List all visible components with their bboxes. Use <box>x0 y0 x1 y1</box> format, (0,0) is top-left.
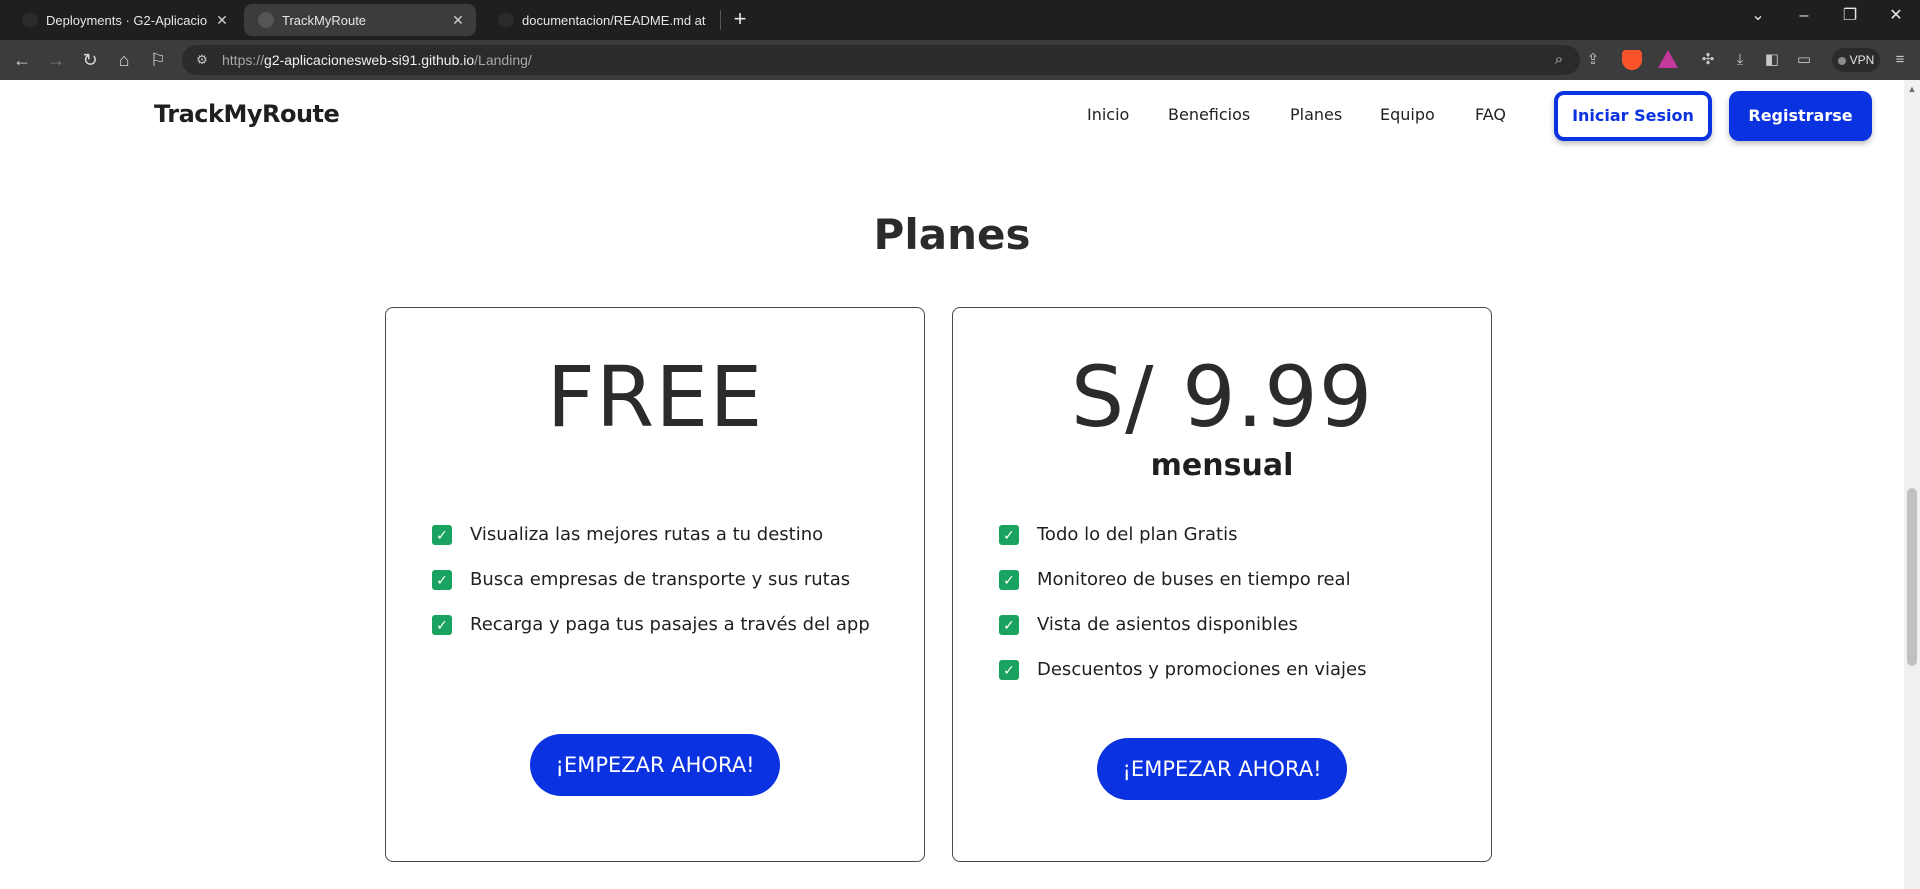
plan-feature: ✓ Todo lo del plan Gratis <box>999 512 1366 557</box>
close-window-button[interactable]: ✕ <box>1876 4 1916 28</box>
check-icon: ✓ <box>432 614 452 635</box>
plan-feature: ✓ Recarga y paga tus pasajes a través del… <box>432 602 870 647</box>
plan-feature-list: ✓ Todo lo del plan Gratis ✓ Monitoreo de b… <box>999 512 1366 692</box>
bookmark-icon[interactable]: ⚐ <box>146 48 170 72</box>
plan-feature: ✓ Monitoreo de buses en tiempo real <box>999 557 1366 602</box>
minimize-window-button[interactable]: – <box>1784 4 1824 28</box>
feature-text: Busca empresas de transporte y sus rutas <box>470 569 851 590</box>
check-icon: ✓ <box>999 524 1019 545</box>
scrollbar-thumb[interactable] <box>1907 488 1917 666</box>
login-button[interactable]: Iniciar Sesion <box>1554 91 1712 141</box>
plan-feature: ✓ Descuentos y promociones en viajes <box>999 647 1366 692</box>
url-host: g2-aplicacionesweb-si91.github.io <box>264 52 475 68</box>
vpn-button[interactable]: VPN <box>1832 48 1880 72</box>
new-tab-button[interactable]: + <box>728 8 752 32</box>
back-button[interactable]: ← <box>10 48 34 72</box>
plan-period: mensual <box>1150 448 1294 483</box>
feature-text: Recarga y paga tus pasajes a través del … <box>470 614 870 635</box>
plan-feature-list: ✓ Visualiza las mejores rutas a tu destin… <box>432 512 870 647</box>
check-icon: ✓ <box>999 569 1019 590</box>
feature-text: Todo lo del plan Gratis <box>1037 524 1238 545</box>
check-icon: ✓ <box>999 659 1019 680</box>
nav-link-inicio[interactable]: Inicio <box>1087 105 1129 124</box>
tab-title: documentacion/README.md at main <box>522 12 706 28</box>
section-title: Planes <box>873 210 1031 259</box>
start-now-button[interactable]: ¡EMPEZAR AHORA! <box>1097 738 1347 800</box>
extensions-icon[interactable]: ✣ <box>1696 48 1720 72</box>
tab-search-chevron-icon[interactable]: ⌄ <box>1738 4 1778 28</box>
url-text[interactable]: https://g2-aplicacionesweb-si91.github.i… <box>222 50 532 70</box>
feature-text: Vista de asientos disponibles <box>1037 614 1298 635</box>
scroll-up-arrow-icon[interactable]: ▲ <box>1904 82 1920 96</box>
check-icon: ✓ <box>432 524 452 545</box>
brave-shields-icon[interactable] <box>1622 50 1642 70</box>
url-scheme: https:// <box>222 52 265 68</box>
zoom-icon[interactable]: ⌕ <box>1547 48 1571 72</box>
url-path: /Landing/ <box>474 52 532 68</box>
wallet-icon[interactable]: ▭ <box>1792 48 1816 72</box>
restore-window-button[interactable]: ❐ <box>1830 4 1870 28</box>
browser-tab-readme[interactable]: documentacion/README.md at main <box>484 4 716 36</box>
check-icon: ✓ <box>432 569 452 590</box>
feature-text: Visualiza las mejores rutas a tu destino <box>470 524 824 545</box>
feature-text: Descuentos y promociones en viajes <box>1037 659 1367 680</box>
browser-tab-trackmyroute[interactable]: TrackMyRoute ✕ <box>244 4 476 36</box>
sidebar-icon[interactable]: ◧ <box>1760 48 1784 72</box>
tab-separator <box>720 10 721 30</box>
home-button[interactable]: ⌂ <box>112 48 136 72</box>
feature-text: Monitoreo de buses en tiempo real <box>1037 569 1351 590</box>
reload-button[interactable]: ↻ <box>78 48 102 72</box>
site-logo[interactable]: TrackMyRoute <box>154 100 340 128</box>
nav-link-equipo[interactable]: Equipo <box>1380 105 1435 124</box>
plan-feature: ✓ Busca empresas de transporte y sus ruta… <box>432 557 870 602</box>
vpn-label: VPN <box>1849 53 1875 67</box>
nav-link-faq[interactable]: FAQ <box>1475 105 1506 124</box>
tab-title: TrackMyRoute <box>282 12 367 28</box>
close-icon[interactable]: ✕ <box>450 12 466 28</box>
plan-feature: ✓ Visualiza las mejores rutas a tu destin… <box>432 512 870 557</box>
globe-favicon-icon <box>258 12 274 28</box>
plan-feature: ✓ Vista de asientos disponibles <box>999 602 1366 647</box>
plan-price: S/ 9.99 <box>1070 348 1374 446</box>
menu-icon[interactable]: ≡ <box>1888 48 1912 72</box>
register-button[interactable]: Registrarse <box>1729 91 1872 141</box>
scrollbar[interactable] <box>1904 80 1920 889</box>
start-now-button[interactable]: ¡EMPEZAR AHORA! <box>530 734 780 796</box>
forward-button[interactable]: → <box>44 48 68 72</box>
plan-card-free: FREE ✓ Visualiza las mejores rutas a tu d… <box>385 307 925 862</box>
check-icon: ✓ <box>999 614 1019 635</box>
nav-link-planes[interactable]: Planes <box>1290 105 1342 124</box>
plan-price: FREE <box>546 348 764 446</box>
downloads-icon[interactable]: ⤓ <box>1728 48 1752 72</box>
site-info-icon[interactable]: ⚙ <box>192 50 212 70</box>
browser-tab-bar: Deployments · G2-AplicacionesWeb ✕ Track… <box>0 0 1920 40</box>
vpn-status-icon <box>1837 56 1846 65</box>
github-favicon-icon <box>22 12 38 28</box>
plan-card-paid: S/ 9.99 mensual ✓ Todo lo del plan Gratis… <box>952 307 1492 862</box>
brave-rewards-icon[interactable] <box>1658 50 1678 68</box>
share-icon[interactable]: ⇪ <box>1581 48 1605 72</box>
github-favicon-icon <box>498 12 514 28</box>
nav-link-beneficios[interactable]: Beneficios <box>1168 105 1250 124</box>
browser-tab-deployments[interactable]: Deployments · G2-AplicacionesWeb ✕ <box>8 4 240 36</box>
close-icon[interactable]: ✕ <box>214 12 230 28</box>
tab-title: Deployments · G2-AplicacionesWeb <box>46 12 208 28</box>
